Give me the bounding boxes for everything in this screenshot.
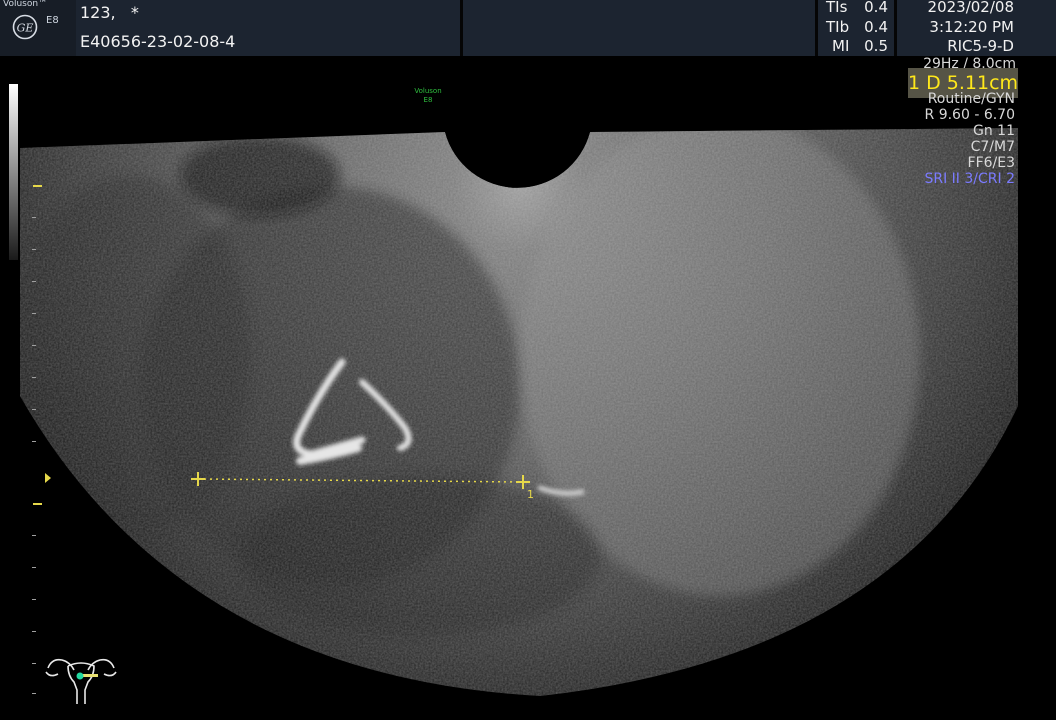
model-label: E8 <box>46 15 59 26</box>
depth-tick <box>32 631 36 632</box>
brand-label: Voluson™ <box>3 0 48 9</box>
tis-label: TIs <box>826 0 848 16</box>
param-range: R 9.60 - 6.70 <box>924 107 1015 123</box>
header-bar: Voluson™ GE E8 123, * E40656-23-02-08-4 … <box>0 0 1056 56</box>
depth-tick <box>32 567 36 568</box>
depth-major-tick <box>33 503 42 505</box>
depth-tick <box>32 377 36 378</box>
focus-marker-icon[interactable] <box>45 473 51 483</box>
tib-value: 0.4 <box>864 18 888 36</box>
grayscale-bar <box>9 84 18 260</box>
caliper-number: 1 <box>527 488 534 501</box>
param-gain: Gn 11 <box>973 123 1015 139</box>
scan-area[interactable] <box>0 56 1056 720</box>
patient-name: 123, * <box>80 3 139 22</box>
svg-text:GE: GE <box>17 22 34 35</box>
depth-tick <box>32 409 36 410</box>
param-sri: SRI II 3/CRI 2 <box>924 171 1015 187</box>
param-preset: Routine/GYN <box>927 91 1015 107</box>
depth-major-tick <box>33 185 42 187</box>
brand-panel: Voluson™ GE E8 <box>0 0 76 56</box>
param-cm: C7/M7 <box>970 139 1015 155</box>
watermark-model: E8 <box>423 96 433 104</box>
patient-id: E40656-23-02-08-4 <box>80 32 236 51</box>
depth-tick <box>32 281 36 282</box>
exam-date: 2023/02/08 <box>927 0 1014 16</box>
tib-label: TIb <box>826 18 850 36</box>
watermark-brand: Voluson <box>414 87 442 95</box>
depth-tick <box>32 693 36 694</box>
exam-time: 3:12:20 PM <box>929 18 1014 36</box>
param-ff: FF6/E3 <box>967 155 1015 171</box>
header-info-panel <box>463 0 815 56</box>
frame-rate: 29Hz / 8.0cm <box>923 56 1016 68</box>
ultrasound-sector[interactable] <box>0 56 1056 720</box>
depth-tick <box>32 599 36 600</box>
tis-value: 0.4 <box>864 0 888 16</box>
uterus-icon <box>45 658 117 704</box>
probe-label: RIC5-9-D <box>947 37 1014 55</box>
mi-label: MI <box>832 37 850 55</box>
depth-tick <box>32 313 36 314</box>
depth-tick <box>32 441 36 442</box>
depth-tick <box>32 663 36 664</box>
voluson-watermark: Voluson E8 <box>408 87 448 105</box>
depth-tick <box>32 217 36 218</box>
ge-logo-icon: GE <box>12 14 38 40</box>
depth-tick <box>32 345 36 346</box>
depth-tick <box>32 535 36 536</box>
mi-value: 0.5 <box>864 37 888 55</box>
depth-tick <box>32 249 36 250</box>
